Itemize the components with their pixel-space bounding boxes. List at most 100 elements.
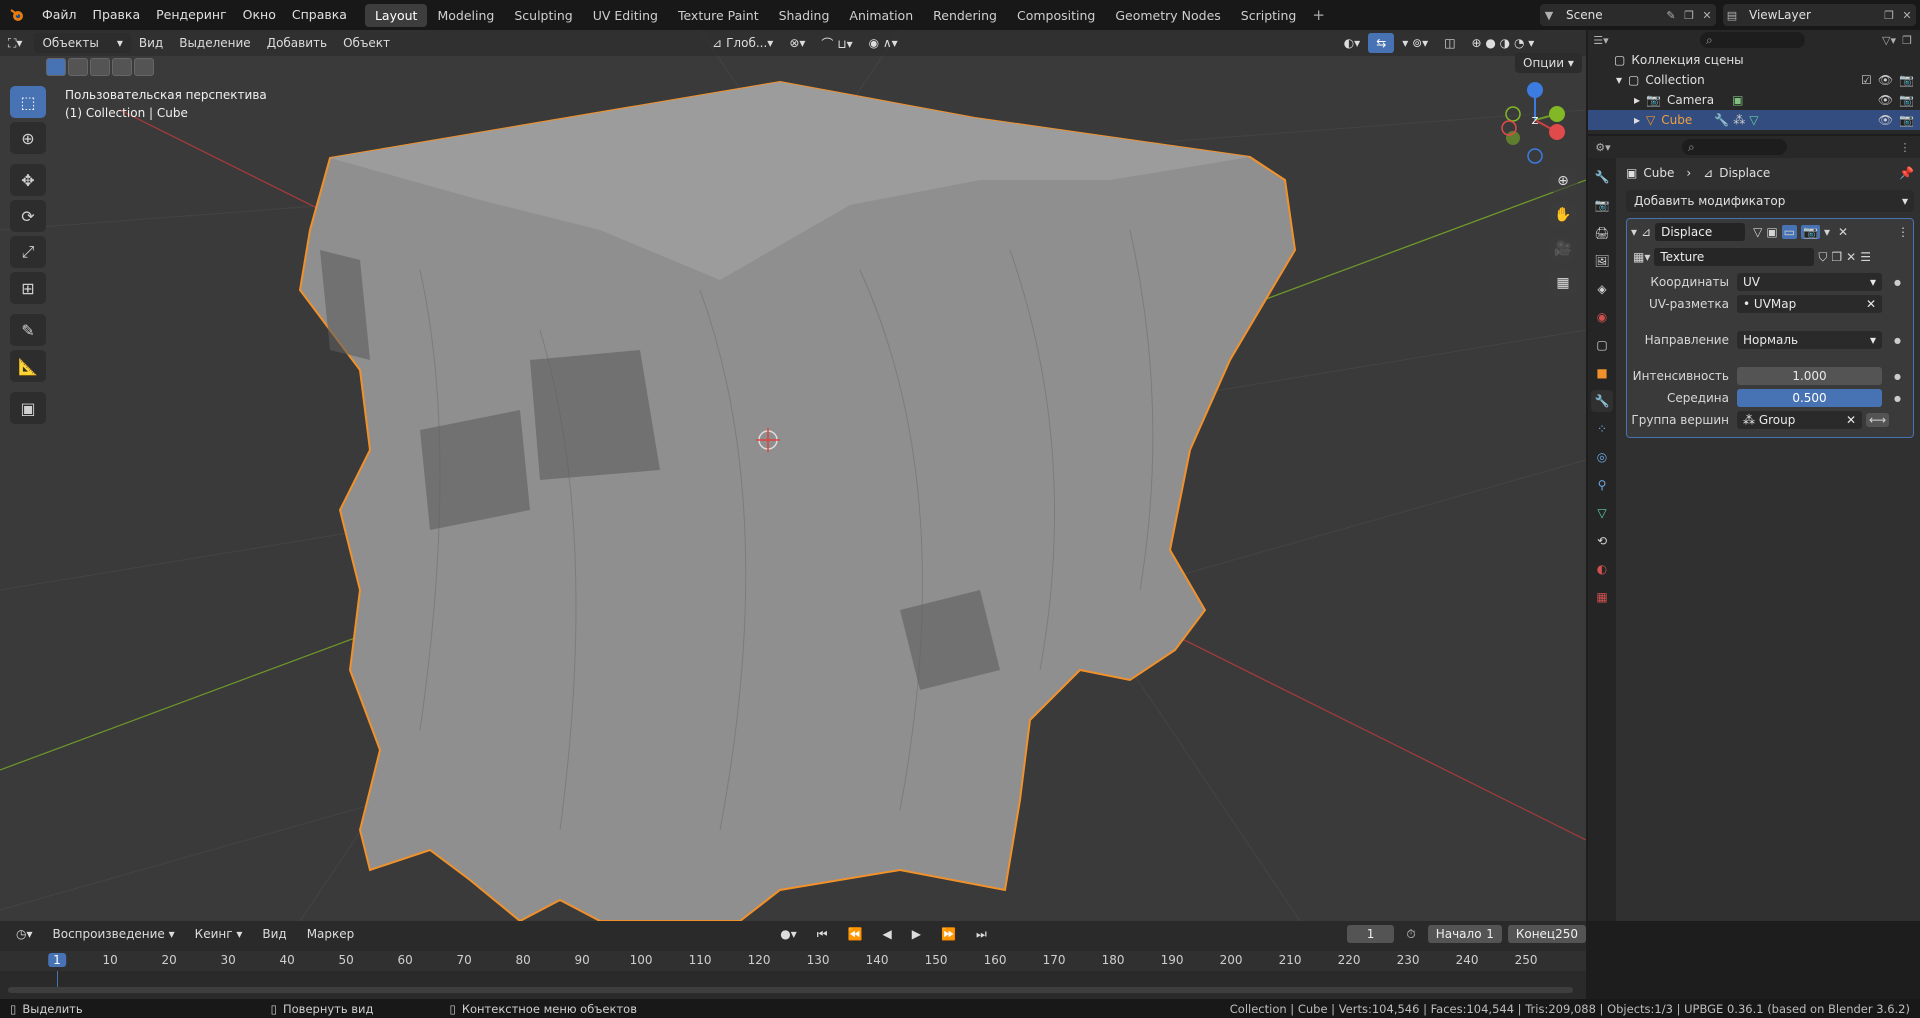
rotate-tool-icon[interactable]: ⟳ [10,200,46,232]
prev-keyframe-icon[interactable]: ⏪ [840,924,871,944]
timeline-scrollbar[interactable] [8,987,1573,993]
add-modifier-dropdown[interactable]: Добавить модификатор ▾ [1626,190,1914,212]
scene-selector[interactable]: ▼ Scene ✎ ❐ ✕ [1540,4,1716,26]
menu-window[interactable]: Окно [235,0,284,30]
select-intersect-button[interactable] [134,58,154,76]
outliner-cube-row[interactable]: ▸ ▽ Cube 🔧 ⁂ ▽ 👁 📷 [1588,110,1920,130]
camera-view-icon[interactable]: 🎥 [1548,234,1578,264]
material-tab-icon[interactable]: ◐ [1591,558,1613,580]
pin-icon[interactable]: ✎ [1662,6,1680,24]
invert-arrows-icon[interactable]: ⟷ [1866,413,1890,427]
viewport-toggle-icon[interactable]: ▭ [1781,225,1798,239]
auto-keying-icon[interactable]: ●▾ [772,924,805,944]
collection-tab-icon[interactable]: ▢ [1591,334,1613,356]
add-workspace-icon[interactable]: + [1306,6,1331,24]
view-layer-selector[interactable]: ▤ ViewLayer ❐ ✕ [1723,4,1916,26]
drag-handle-icon[interactable]: ⋮ [1897,225,1909,239]
tab-geometry-nodes[interactable]: Geometry Nodes [1105,4,1230,27]
playback-menu[interactable]: Воспроизведение ▾ [45,924,183,944]
menu-help[interactable]: Справка [284,0,355,30]
drag-handle-icon[interactable]: ⋮ [1896,138,1914,156]
copy-icon[interactable]: ❐ [1880,6,1898,24]
fake-user-shield-icon[interactable]: ⛉ [1818,250,1827,265]
camera-render-icon[interactable]: 📷 [1899,73,1914,87]
new-collection-icon[interactable]: ❐ [1898,31,1916,49]
strength-slider[interactable]: 1.000 [1737,367,1882,385]
play-reverse-icon[interactable]: ◀ [875,924,900,944]
mode-dropdown[interactable]: Объекты ▾ [34,33,131,53]
logic-tab-icon[interactable]: ⟲ [1591,530,1613,552]
timeline-view-menu[interactable]: Вид [254,924,294,944]
blender-logo-icon[interactable] [0,7,34,23]
keyframe-dot-icon[interactable]: ● [1894,394,1901,403]
texture-tab-icon[interactable]: ▦ [1591,586,1613,608]
render-tab-icon[interactable]: 📷 [1591,194,1613,216]
view-layer-tab-icon[interactable]: 🖼 [1591,250,1613,272]
tab-layout[interactable]: Layout [364,3,428,27]
perspective-grid-icon[interactable]: ▦ [1548,268,1578,298]
tab-compositing[interactable]: Compositing [1007,4,1105,27]
close-icon[interactable]: ✕ [1898,6,1916,24]
add-cube-tool-icon[interactable]: ▣ [10,392,46,424]
outliner-editor-icon[interactable]: ☰▾ [1592,31,1610,49]
camera-render-icon[interactable]: 📷 [1899,113,1914,127]
coordinates-dropdown[interactable]: UV ▾ [1737,273,1882,291]
copy-icon[interactable]: ❐ [1680,6,1698,24]
properties-search-input[interactable]: ⌕ [1682,139,1787,155]
scene-name[interactable]: Scene [1558,8,1662,22]
constraints-tab-icon[interactable]: ⚲ [1591,474,1613,496]
transform-orientation-dropdown[interactable]: ⊿ Глоб... ▾ [704,33,781,53]
tab-shading[interactable]: Shading [769,4,840,27]
jump-start-icon[interactable]: ⏮ [809,924,836,944]
outliner-scene-collection[interactable]: ▢ Коллекция сцены [1588,50,1920,70]
physics-tab-icon[interactable]: ◎ [1591,446,1613,468]
scene-tab-icon[interactable]: ◈ [1591,278,1613,300]
camera-render-icon[interactable]: 📷 [1899,93,1914,107]
select-box-tool-icon[interactable]: ⬚ [10,86,46,118]
zoom-icon[interactable]: ⊕ [1548,166,1578,196]
unlink-close-icon[interactable]: ✕ [1846,250,1856,264]
texture-properties-icon[interactable]: ☰ [1860,250,1871,264]
object-tab-icon[interactable]: ■ [1591,362,1613,384]
direction-dropdown[interactable]: Нормаль ▾ [1737,331,1882,349]
modifier-tab-icon[interactable]: 🔧 [1591,390,1613,412]
gizmo-toggle-icon[interactable]: ⇆ [1368,33,1395,53]
collapse-arrow-icon[interactable]: ▾ [1631,225,1637,239]
texture-checker-icon[interactable]: ▦▾ [1633,250,1650,264]
clear-x-icon[interactable]: ✕ [1866,297,1876,311]
outliner-search-input[interactable]: ⌕ [1700,32,1805,48]
next-keyframe-icon[interactable]: ⏩ [933,924,964,944]
proportional-edit-icon[interactable]: ◉ ∧▾ [861,33,906,53]
marker-menu[interactable]: Маркер [299,924,363,944]
stopwatch-icon[interactable]: ⏱ [1398,924,1423,944]
tab-sculpting[interactable]: Sculpting [504,4,582,27]
keying-menu[interactable]: Кеинг ▾ [187,924,251,944]
snap-icon[interactable]: ⌒ ⊔▾ [813,33,860,53]
properties-editor-icon[interactable]: ⚙▾ [1594,138,1612,156]
eye-icon[interactable]: 👁 [1878,73,1893,87]
midlevel-slider[interactable]: 0.500 [1737,389,1882,407]
tab-modeling[interactable]: Modeling [427,4,504,27]
tab-scripting[interactable]: Scripting [1231,4,1307,27]
keyframe-dot-icon[interactable]: ● [1894,372,1901,381]
shading-modes[interactable]: ⊕ ● ◑ ◔ ▾ [1464,33,1543,53]
pan-hand-icon[interactable]: ✋ [1548,200,1578,230]
outliner-collection-row[interactable]: ▾ ▢ Collection ☑ 👁 📷 [1588,70,1920,90]
menu-view[interactable]: Вид [131,33,171,53]
tab-animation[interactable]: Animation [839,4,923,27]
pin-icon[interactable]: 📌 [1899,166,1914,180]
close-icon[interactable]: ✕ [1838,225,1848,239]
filter-icon[interactable]: ▽▾ [1880,31,1898,49]
render-toggle-icon[interactable]: 📷 [1801,225,1820,239]
expand-arrow-icon[interactable]: ▾ [1616,73,1622,87]
output-tab-icon[interactable]: 🖨 [1591,222,1613,244]
expand-arrow-icon[interactable]: ▸ [1634,93,1640,107]
scale-tool-icon[interactable]: ⤢ [10,236,46,268]
edit-mode-toggle-icon[interactable]: ▽ [1753,225,1762,239]
particles-tab-icon[interactable]: ⁘ [1591,418,1613,440]
tool-tab-icon[interactable]: 🔧 [1591,166,1613,188]
menu-add[interactable]: Добавить [259,33,335,53]
3d-viewport[interactable]: Z ⛶▾ Объекты ▾ Вид Выделение Добавить Объ… [0,30,1586,921]
visibility-icon[interactable]: ◐▾ [1336,33,1369,53]
tab-texture-paint[interactable]: Texture Paint [668,4,769,27]
